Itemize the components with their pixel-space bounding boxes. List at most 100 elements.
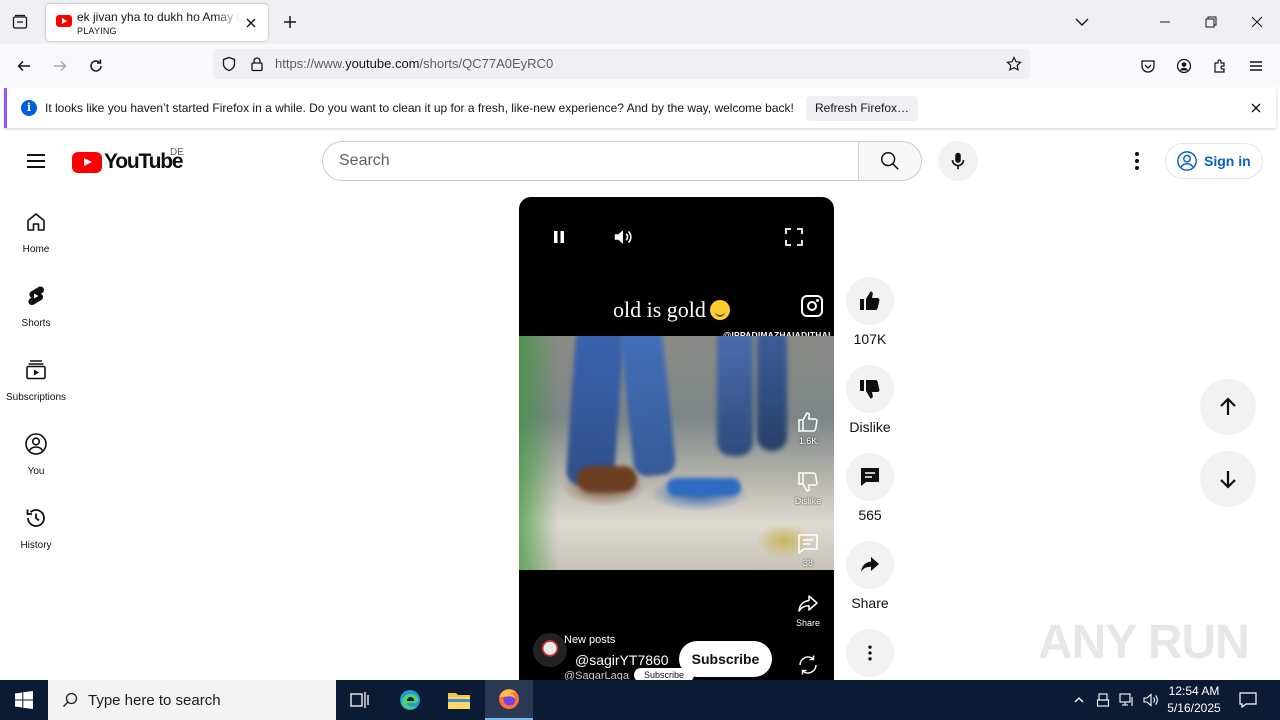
reload-icon[interactable] [82, 52, 110, 80]
comments-button[interactable] [846, 453, 894, 501]
tab-title: ek jivan yha to dukh ho Amay ha [77, 10, 240, 24]
new-posts-label: New posts [564, 634, 616, 646]
close-window-icon[interactable] [1234, 0, 1280, 44]
youtube-favicon-icon [56, 15, 72, 27]
file-explorer-icon[interactable] [435, 680, 483, 720]
url-path: /shorts/QC77A0EyRC0 [419, 56, 554, 71]
clock-date: 5/16/2025 [1167, 701, 1221, 715]
fullscreen-icon[interactable] [780, 223, 808, 251]
arrow-down-icon [1220, 471, 1236, 489]
caption-text: old is gold [613, 297, 706, 322]
video-figure-shoe [667, 478, 741, 496]
taskbar-clock[interactable]: 12:54 AM 5/16/2025 [1160, 683, 1228, 717]
sidebar-item-subscriptions[interactable]: Subscriptions [4, 348, 68, 422]
sign-in-label: Sign in [1204, 153, 1251, 169]
list-all-tabs-icon[interactable] [1072, 12, 1092, 32]
subscriptions-icon [26, 360, 46, 380]
minimize-icon[interactable] [1142, 0, 1188, 44]
shorts-player[interactable]: old is gold @IPPADIMAZHAIADITHAL 1.6K Di… [519, 197, 834, 680]
channel-avatar[interactable] [533, 633, 567, 667]
user-circle-icon [1177, 151, 1197, 171]
taskbar-search-placeholder: Type here to search [88, 691, 221, 709]
youtube-play-logo-icon [72, 151, 102, 173]
video-figure-leg [565, 336, 625, 488]
info-icon: i [21, 100, 37, 116]
url-prefix: https://www. [275, 56, 346, 71]
sidebar-item-home[interactable]: Home [4, 200, 68, 274]
sign-in-button[interactable]: Sign in [1165, 143, 1263, 179]
microphone-icon [951, 152, 965, 170]
tracking-protection-icon[interactable] [221, 56, 237, 72]
next-video-button[interactable] [1200, 451, 1256, 507]
refresh-firefox-button[interactable]: Refresh Firefox… [806, 96, 918, 121]
url-text[interactable]: https://www.youtube.com/shorts/QC77A0EyR… [275, 56, 553, 71]
windows-taskbar: Type here to search 12:54 AM 5/16/2025 [0, 680, 1280, 720]
active-tab[interactable]: ek jivan yha to dukh ho Amay ha PLAYING [46, 4, 268, 41]
pause-icon[interactable] [545, 223, 573, 251]
windows-start-icon[interactable] [0, 680, 48, 720]
dislike-button[interactable] [846, 365, 894, 413]
speaker-icon[interactable] [1140, 680, 1162, 720]
restore-icon[interactable] [1188, 0, 1234, 44]
show-hidden-icons-icon[interactable] [1068, 680, 1090, 720]
close-notification-icon[interactable] [1249, 101, 1263, 115]
more-vertical-icon [868, 645, 872, 661]
taskbar-search-box[interactable]: Type here to search [48, 680, 336, 720]
sidebar-label-you: You [27, 466, 45, 477]
search-placeholder: Search [339, 152, 390, 169]
you-icon [25, 433, 47, 455]
relieved-face-emoji-icon [709, 300, 730, 320]
edge-browser-icon[interactable] [386, 680, 434, 720]
new-tab-icon[interactable] [279, 11, 301, 33]
back-icon[interactable] [10, 52, 38, 80]
notification-center-icon[interactable] [1234, 680, 1262, 720]
settings-more-icon[interactable] [1125, 149, 1149, 173]
usb-device-icon[interactable] [1092, 680, 1114, 720]
pocket-icon[interactable] [1134, 52, 1162, 80]
address-bar[interactable]: https://www.youtube.com/shorts/QC77A0EyR… [213, 49, 1030, 79]
browser-nav-bar: https://www.youtube.com/shorts/QC77A0EyR… [0, 44, 1280, 86]
arrow-up-icon [1220, 397, 1236, 415]
previous-video-button[interactable] [1200, 379, 1256, 435]
anyrun-watermark: ANY RUN [1038, 615, 1250, 669]
notification-text: It looks like you haven’t started Firefo… [45, 101, 794, 115]
video-figure-shoe [577, 466, 637, 492]
home-icon [27, 213, 45, 231]
account-icon[interactable] [1170, 52, 1198, 80]
guide-menu-icon[interactable] [24, 149, 48, 173]
extensions-icon[interactable] [1206, 52, 1234, 80]
instagram-icon [801, 295, 823, 317]
sidebar-item-you[interactable]: You [4, 422, 68, 496]
search-input[interactable]: Search [322, 141, 859, 181]
hamburger-menu-icon[interactable] [1242, 52, 1270, 80]
bookmark-star-icon[interactable] [1006, 56, 1022, 72]
sidebar-item-history[interactable]: History [4, 496, 68, 570]
tab-close-icon[interactable] [243, 15, 259, 31]
comment-count: 565 [858, 507, 882, 523]
dislike-label: Dislike [849, 419, 891, 435]
network-icon[interactable] [1116, 680, 1138, 720]
voice-search-button[interactable] [938, 141, 978, 181]
in-video-dislike-label: Dislike [794, 496, 822, 506]
in-video-remix-icon [795, 653, 821, 677]
volume-icon[interactable] [609, 223, 637, 251]
in-video-share: Share [795, 592, 821, 628]
search-button[interactable] [858, 141, 922, 181]
firefox-view-icon[interactable] [8, 10, 32, 34]
lock-icon[interactable] [249, 56, 265, 72]
shorts-icon [28, 286, 44, 306]
share-button[interactable] [846, 541, 894, 589]
firefox-taskbar-icon[interactable] [485, 680, 533, 720]
sidebar-label-history: History [20, 540, 52, 551]
video-figure-leg [619, 336, 677, 478]
channel-name[interactable]: @sagirYT7860 [575, 652, 669, 668]
forward-icon[interactable] [46, 52, 74, 80]
history-icon [26, 509, 45, 527]
more-actions-button[interactable] [846, 629, 894, 677]
url-domain: youtube.com [345, 56, 420, 71]
sidebar-item-shorts[interactable]: Shorts [4, 274, 68, 348]
youtube-logo[interactable]: YouTube [72, 150, 184, 173]
like-button[interactable] [846, 277, 894, 325]
task-view-icon[interactable] [336, 680, 384, 720]
in-video-comment-count: 38 [802, 558, 813, 568]
